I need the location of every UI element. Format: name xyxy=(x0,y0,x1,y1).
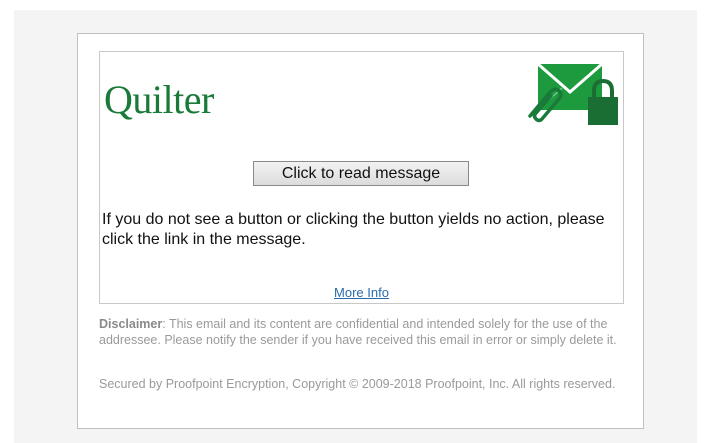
envelope-lock-paperclip-icon xyxy=(528,62,618,125)
instructions-text: If you do not see a button or clicking t… xyxy=(102,211,605,248)
secure-message-card: Quilter Click to read message If you do … xyxy=(77,33,644,429)
copyright-text: Secured by Proofpoint Encryption, Copyri… xyxy=(99,377,616,391)
quilter-logo: Quilter xyxy=(104,77,214,122)
disclaimer-label: Disclaimer xyxy=(99,317,163,331)
read-message-button[interactable]: Click to read message xyxy=(253,161,469,186)
more-info-link[interactable]: More Info xyxy=(100,285,623,300)
disclaimer-text: Disclaimer: This email and its content a… xyxy=(99,317,624,348)
message-panel: Quilter Click to read message If you do … xyxy=(99,51,624,304)
disclaimer-body: : This email and its content are confide… xyxy=(99,317,617,347)
